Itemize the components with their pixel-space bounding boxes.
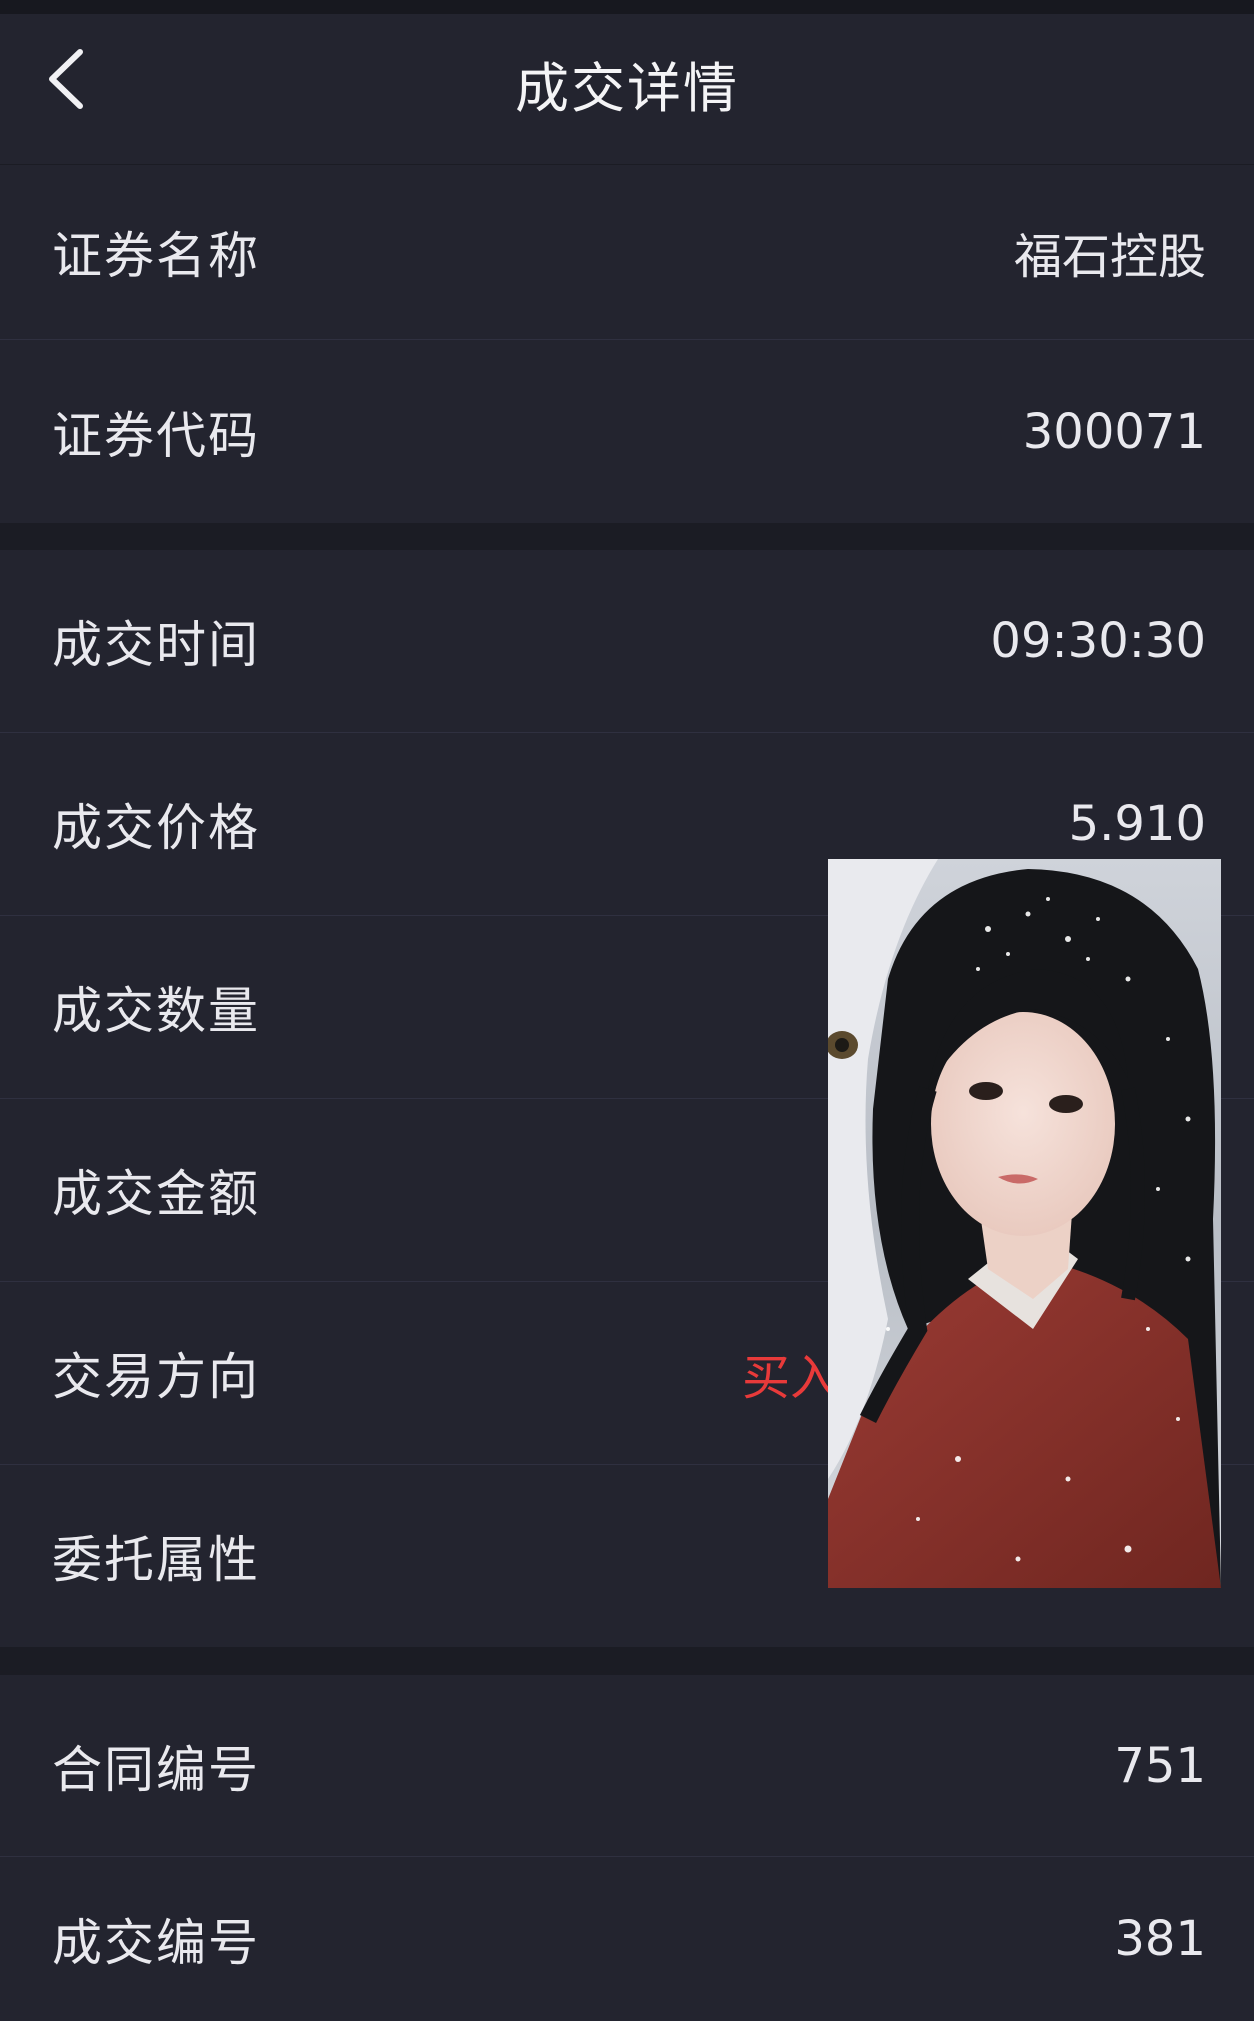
row-value: 381 — [1114, 1911, 1206, 1967]
list-item-contract-number: 合同编号 751 — [0, 1675, 1254, 1857]
row-value: 福石控股 — [1013, 229, 1206, 285]
row-value: 751 — [1114, 1737, 1206, 1794]
trade-direction-value: 买入 — [742, 1350, 839, 1406]
row-label: 委托属性 — [52, 1531, 260, 1589]
row-label: 证券代码 — [52, 406, 260, 465]
row-value: 09:30:30 — [990, 613, 1206, 669]
list-item-trade-time: 成交时间 09:30:30 — [0, 550, 1254, 733]
list-item-security-name: 证券名称 福石控股 — [0, 165, 1254, 340]
row-label: 成交价格 — [52, 799, 260, 857]
list-item-trade-number: 成交编号 381 — [0, 1857, 1254, 2021]
row-label: 成交数量 — [52, 982, 260, 1040]
row-label: 合同编号 — [52, 1740, 260, 1799]
row-label: 成交时间 — [52, 616, 260, 674]
row-label: 交易方向 — [52, 1348, 260, 1406]
list-item-security-code: 证券代码 300071 — [0, 340, 1254, 523]
security-info-group: 证券名称 福石控股 证券代码 300071 — [0, 165, 1254, 523]
row-label: 成交金额 — [52, 1165, 260, 1223]
page-title: 成交详情 — [515, 57, 739, 120]
row-label: 证券名称 — [52, 227, 260, 285]
contract-info-group: 合同编号 751 成交编号 381 — [0, 1675, 1254, 2021]
row-value: 300071 — [1022, 403, 1206, 460]
overlay-photo — [828, 859, 1221, 1588]
row-label: 成交编号 — [52, 1914, 260, 1972]
status-strip — [0, 0, 1254, 14]
